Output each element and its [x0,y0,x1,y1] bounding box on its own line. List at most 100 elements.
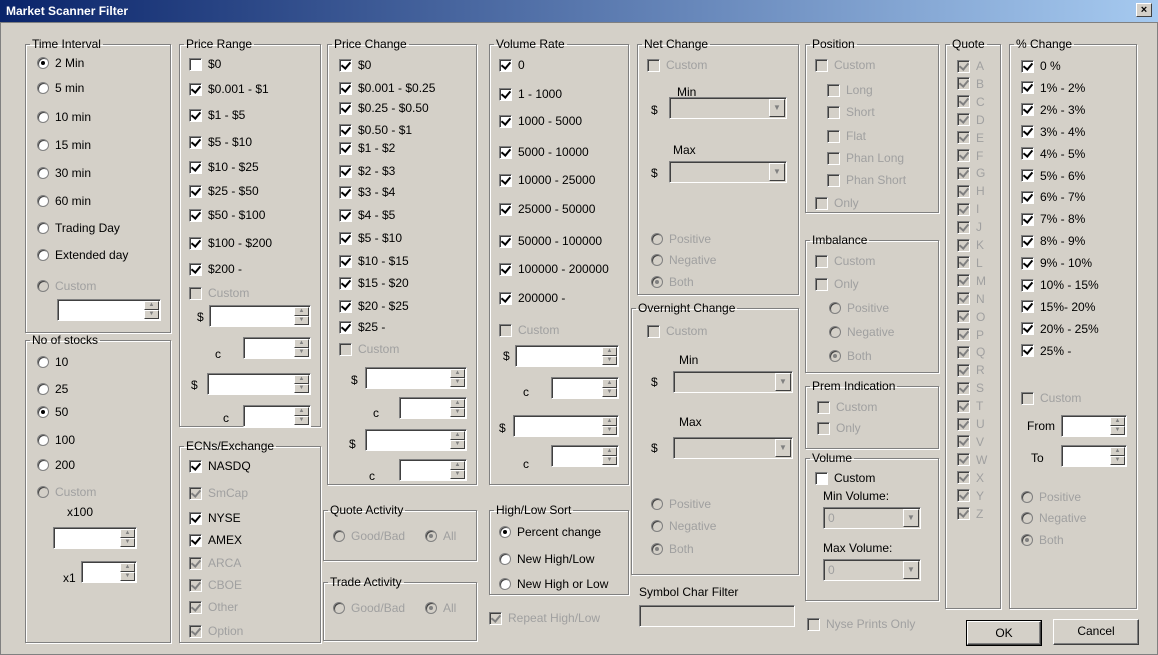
time-interval-option[interactable]: 30 min [37,164,91,182]
spin-arrows-icon[interactable]: ▲ ▼ [120,563,135,581]
spin-arrows-icon[interactable]: ▲ ▼ [294,375,309,393]
pct-change-option[interactable]: 2% - 3% [1021,101,1085,119]
spin-arrows-icon[interactable]: ▲ ▼ [450,399,465,417]
volume-custom[interactable]: Custom [815,469,875,487]
high-low-sort-option[interactable]: Percent change [499,523,601,541]
time-interval-option[interactable]: 60 min [37,192,91,210]
time-interval-option[interactable]: 5 min [37,79,84,97]
spin-arrows-icon[interactable]: ▲ ▼ [602,447,617,465]
stocks-option[interactable]: 50 [37,403,68,421]
price-change-option[interactable]: $25 - [339,318,385,336]
spin-arrows-icon[interactable]: ▲ ▼ [602,347,617,365]
pct-change-to[interactable]: ▲ ▼ [1061,445,1127,467]
volume-rate-option[interactable]: 1000 - 5000 [499,112,582,130]
pct-change-option[interactable]: 6% - 7% [1021,188,1085,206]
volume-rate-min-dollar[interactable]: ▲ ▼ [515,345,619,367]
price-range-option[interactable]: $5 - $10 [189,133,252,151]
volume-rate-min-cent[interactable]: ▲ ▼ [551,377,619,399]
price-range-max-cent[interactable]: ▲ ▼ [243,405,311,427]
pct-change-option[interactable]: 3% - 4% [1021,123,1085,141]
spin-arrows-icon[interactable]: ▲ ▼ [450,461,465,479]
pct-change-option[interactable]: 8% - 9% [1021,232,1085,250]
pct-change-from[interactable]: ▲ ▼ [1061,415,1127,437]
time-interval-custom-input[interactable]: ▲ ▼ [57,299,161,321]
price-change-max-cent[interactable]: ▲ ▼ [399,459,467,481]
price-change-option[interactable]: $1 - $2 [339,139,395,157]
volume-rate-max-cent[interactable]: ▲ ▼ [551,445,619,467]
high-low-sort-option[interactable]: New High or Low [499,575,608,593]
pct-change-option[interactable]: 10% - 15% [1021,276,1099,294]
price-range-min-dollar[interactable]: ▲ ▼ [209,305,311,327]
spin-arrows-icon[interactable]: ▲ ▼ [144,301,159,319]
stocks-option[interactable]: 10 [37,353,68,371]
price-range-min-cent[interactable]: ▲ ▼ [243,337,311,359]
price-range-option[interactable]: $50 - $100 [189,206,265,224]
cancel-button[interactable]: Cancel [1053,619,1139,645]
spin-arrows-icon[interactable]: ▲ ▼ [1110,417,1125,435]
price-range-option[interactable]: $1 - $5 [189,106,245,124]
price-change-min-dollar[interactable]: ▲ ▼ [365,367,467,389]
ecn-option[interactable]: NYSE [189,509,241,527]
time-interval-option[interactable]: 2 Min [37,54,84,72]
volume-rate-option[interactable]: 100000 - 200000 [499,260,609,278]
volume-rate-option[interactable]: 50000 - 100000 [499,232,602,250]
price-change-option[interactable]: $5 - $10 [339,229,402,247]
spin-arrows-icon[interactable]: ▲ ▼ [1110,447,1125,465]
price-range-option[interactable]: $25 - $50 [189,182,259,200]
price-change-option[interactable]: $15 - $20 [339,274,409,292]
spin-arrows-icon[interactable]: ▲ ▼ [602,379,617,397]
volume-rate-option[interactable]: 25000 - 50000 [499,200,595,218]
volume-rate-option[interactable]: 1 - 1000 [499,85,562,103]
volume-rate-option[interactable]: 200000 - [499,289,565,307]
pct-change-option[interactable]: 20% - 25% [1021,320,1099,338]
price-range-option[interactable]: $0.001 - $1 [189,80,269,98]
price-range-option[interactable]: $10 - $25 [189,158,259,176]
stocks-option[interactable]: 100 [37,431,75,449]
spin-arrows-icon[interactable]: ▲ ▼ [294,339,309,357]
time-interval-option[interactable]: 10 min [37,108,91,126]
price-change-max-dollar[interactable]: ▲ ▼ [365,429,467,451]
pct-change-option[interactable]: 15%- 20% [1021,298,1095,316]
price-change-option[interactable]: $0.50 - $1 [339,121,412,139]
volume-rate-option[interactable]: 0 [499,56,525,74]
pct-change-option[interactable]: 7% - 8% [1021,210,1085,228]
close-button[interactable]: × [1136,3,1152,17]
volume-rate-option[interactable]: 10000 - 25000 [499,171,595,189]
stocks-option[interactable]: 200 [37,456,75,474]
pct-change-option[interactable]: 4% - 5% [1021,145,1085,163]
pct-change-option[interactable]: 9% - 10% [1021,254,1092,272]
x100-input[interactable]: ▲ ▼ [53,527,137,549]
high-low-sort-option[interactable]: New High/Low [499,550,594,568]
pct-change-option[interactable]: 25% - [1021,342,1071,360]
price-change-option[interactable]: $0.001 - $0.25 [339,79,435,97]
pct-change-option[interactable]: 0 % [1021,57,1061,75]
price-change-option[interactable]: $3 - $4 [339,183,395,201]
price-change-option[interactable]: $4 - $5 [339,206,395,224]
price-range-option[interactable]: $0 [189,55,221,73]
price-change-option[interactable]: $2 - $3 [339,162,395,180]
ecn-option[interactable]: NASDQ [189,457,251,475]
ecn-option[interactable]: AMEX [189,531,242,549]
time-interval-option[interactable]: 15 min [37,136,91,154]
price-range-max-dollar[interactable]: ▲ ▼ [207,373,311,395]
time-interval-option[interactable]: Extended day [37,246,128,264]
price-change-option[interactable]: $10 - $15 [339,252,409,270]
spin-arrows-icon[interactable]: ▲ ▼ [602,417,617,435]
pct-change-option[interactable]: 1% - 2% [1021,79,1085,97]
stocks-option[interactable]: 25 [37,380,68,398]
volume-rate-max-dollar[interactable]: ▲ ▼ [513,415,619,437]
volume-rate-option[interactable]: 5000 - 10000 [499,143,589,161]
price-range-option[interactable]: $100 - $200 [189,234,272,252]
price-change-option[interactable]: $20 - $25 [339,297,409,315]
ok-button[interactable]: OK [966,620,1042,646]
price-change-option[interactable]: $0 [339,56,371,74]
spin-arrows-icon[interactable]: ▲ ▼ [120,529,135,547]
spin-arrows-icon[interactable]: ▲ ▼ [294,307,309,325]
x1-input[interactable]: ▲ ▼ [81,561,137,583]
spin-arrows-icon[interactable]: ▲ ▼ [450,369,465,387]
time-interval-option[interactable]: Trading Day [37,219,120,237]
price-range-option[interactable]: $200 - [189,260,242,278]
price-change-min-cent[interactable]: ▲ ▼ [399,397,467,419]
spin-arrows-icon[interactable]: ▲ ▼ [294,407,309,425]
price-change-option[interactable]: $0.25 - $0.50 [339,99,429,117]
